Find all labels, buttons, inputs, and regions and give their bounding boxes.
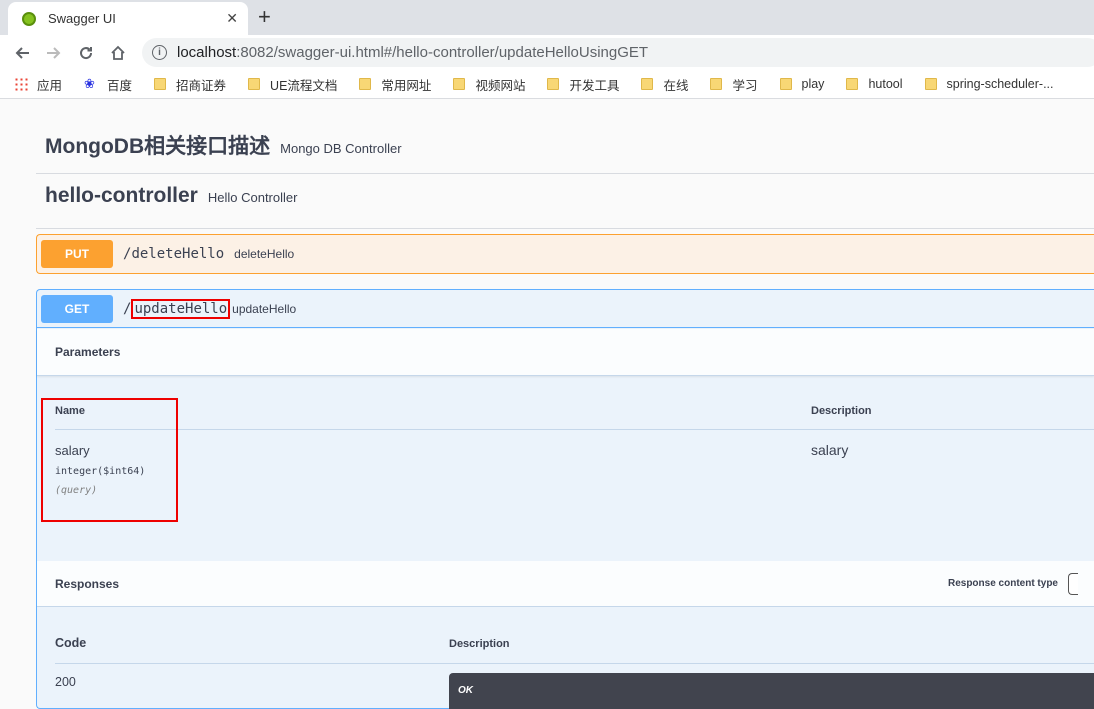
bookmark-label: 百度 — [107, 78, 133, 93]
path-name: updateHello — [134, 300, 228, 317]
bookmark-folder[interactable]: 常用网址 — [359, 75, 431, 94]
method-badge: GET — [41, 294, 113, 323]
bookmark-label: 在线 — [663, 78, 689, 93]
swagger-favicon-icon — [22, 11, 36, 26]
bookmark-folder[interactable]: spring-scheduler-... — [924, 77, 1054, 91]
param-header-divider — [55, 429, 1094, 430]
response-content-type: Response content type — [947, 572, 1078, 595]
param-description: salary — [811, 442, 849, 458]
bookmark-label: spring-scheduler-... — [946, 77, 1054, 91]
bookmark-label: 招商证券 — [176, 78, 227, 93]
site-info-icon[interactable]: i — [152, 45, 167, 60]
bookmark-baidu[interactable]: ❀ 百度 — [84, 75, 132, 94]
responses-title: Responses — [55, 576, 120, 591]
bookmark-folder[interactable]: play — [779, 77, 825, 91]
operation-summary[interactable]: PUT /deleteHello deleteHello — [37, 235, 1094, 273]
response-description-block: OK — [449, 673, 1094, 709]
folder-icon — [641, 78, 654, 90]
browser-tabstrip: Swagger UI ✕ + — [0, 0, 1094, 35]
baidu-paw-icon: ❀ — [84, 76, 95, 91]
path-name: deleteHello — [131, 246, 225, 262]
bookmark-folder[interactable]: 学习 — [710, 75, 758, 94]
param-col-description: Description — [811, 405, 872, 417]
bookmark-folder[interactable]: 开发工具 — [547, 75, 619, 94]
folder-icon — [924, 78, 937, 90]
response-code: 200 — [55, 675, 76, 689]
folder-icon — [846, 78, 859, 90]
new-tab-button[interactable]: + — [258, 5, 271, 29]
forward-arrow-icon[interactable] — [38, 37, 70, 69]
operation-summary-text: deleteHello — [234, 247, 295, 261]
response-content-type-label: Response content type — [947, 578, 1058, 589]
back-arrow-icon[interactable] — [6, 37, 38, 69]
operation-put-deleteHello: PUT /deleteHello deleteHello — [36, 234, 1094, 274]
tag-hello-controller[interactable]: hello-controller Hello Controller — [36, 184, 1094, 229]
browser-toolbar: i localhost:8082/swagger-ui.html#/hello-… — [0, 35, 1094, 70]
tag-name: MongoDB相关接口描述 — [45, 135, 271, 158]
folder-icon — [710, 78, 723, 90]
bookmark-label: play — [801, 77, 825, 91]
swagger-page: MongoDB相关接口描述 Mongo DB Controller hello-… — [0, 100, 1094, 709]
method-badge: PUT — [41, 240, 113, 268]
operation-path: /deleteHello — [123, 246, 224, 262]
parameters-header: Parameters — [37, 329, 1094, 376]
bookmark-folder[interactable]: 招商证券 — [154, 75, 226, 94]
bookmark-folder[interactable]: 视频网站 — [453, 75, 525, 94]
address-bar[interactable]: i localhost:8082/swagger-ui.html#/hello-… — [142, 38, 1094, 67]
bookmarks-bar: 应用 ❀ 百度 招商证券 UE流程文档 常用网址 视频网站 开发工具 在线 学习 … — [0, 70, 1094, 99]
home-icon[interactable] — [102, 37, 134, 69]
folder-icon — [453, 78, 466, 90]
response-col-code: Code — [55, 636, 87, 650]
parameters-title: Parameters — [55, 345, 121, 359]
bookmark-label: 学习 — [732, 78, 758, 93]
bookmark-label: hutool — [868, 77, 903, 91]
reload-icon[interactable] — [70, 37, 102, 69]
tag-name: hello-controller — [45, 184, 198, 207]
responses-header: Responses Response content type — [37, 561, 1094, 607]
tag-description: Mongo DB Controller — [280, 141, 402, 156]
bookmark-label: 常用网址 — [381, 78, 432, 93]
bookmark-folder[interactable]: 在线 — [641, 75, 688, 94]
bookmark-label: UE流程文档 — [270, 78, 338, 93]
response-header-divider — [55, 663, 1094, 664]
bookmark-label: 应用 — [37, 78, 63, 93]
bookmark-folder[interactable]: hutool — [846, 77, 903, 91]
operation-summary-text: updateHello — [232, 301, 297, 316]
tag-mongodb[interactable]: MongoDB相关接口描述 Mongo DB Controller — [36, 130, 1094, 174]
tag-description: Hello Controller — [207, 190, 298, 205]
close-tab-icon[interactable]: ✕ — [226, 10, 238, 27]
operation-get-updateHello: GET / updateHello updateHello Parameters … — [36, 289, 1094, 709]
url-text: localhost:8082/swagger-ui.html#/hello-co… — [177, 44, 648, 61]
operation-path: / updateHello — [123, 298, 231, 319]
highlight-box: updateHello — [131, 298, 231, 319]
apps-grid-icon — [14, 77, 28, 91]
operation-summary[interactable]: GET / updateHello updateHello — [37, 290, 1094, 328]
bookmark-apps[interactable]: 应用 — [14, 75, 62, 94]
folder-icon — [779, 78, 792, 90]
tab-title: Swagger UI — [48, 11, 116, 26]
folder-icon — [248, 78, 261, 90]
url-path: :8082/swagger-ui.html#/hello-controller/… — [236, 44, 649, 61]
bookmark-folder[interactable]: UE流程文档 — [248, 75, 337, 94]
folder-icon — [547, 78, 560, 90]
folder-icon — [359, 78, 372, 90]
response-description: OK — [458, 685, 473, 696]
bookmark-label: 开发工具 — [569, 78, 620, 93]
folder-icon — [154, 78, 167, 90]
url-host: localhost — [177, 44, 237, 61]
response-content-type-select[interactable] — [1068, 572, 1078, 595]
bookmark-label: 视频网站 — [475, 78, 526, 93]
browser-tab[interactable]: Swagger UI ✕ — [8, 2, 248, 35]
highlight-box — [41, 398, 178, 522]
response-col-description: Description — [449, 638, 510, 650]
